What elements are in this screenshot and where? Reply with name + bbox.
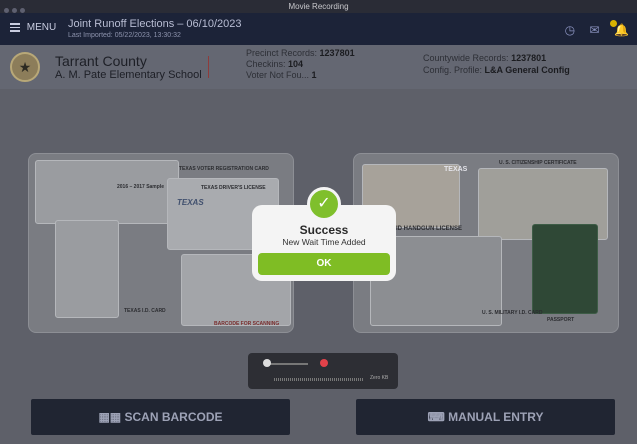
- caption-sample: 2016 – 2017 Sample: [117, 184, 164, 190]
- caption-texas: TEXAS: [177, 198, 204, 207]
- precinct-value: 1237801: [319, 48, 355, 58]
- mail-icon[interactable]: ✉: [590, 23, 600, 37]
- screen-recorder-panel[interactable]: Zero KB: [248, 353, 398, 389]
- manual-entry-label: MANUAL ENTRY: [448, 410, 544, 424]
- scan-barcode-button[interactable]: ▦▦ SCAN BARCODE: [31, 399, 290, 435]
- dialog-message: New Wait Time Added: [282, 237, 366, 247]
- checkins-label: Checkins:: [246, 59, 286, 69]
- election-certificate-image: [55, 220, 119, 318]
- check-icon: ✓: [307, 187, 341, 221]
- window-titlebar: Movie Recording: [0, 0, 637, 13]
- success-dialog: ✓ Success New Wait Time Added OK: [252, 187, 396, 281]
- caption-texas-id: TEXAS I.D. CARD: [124, 308, 166, 314]
- menu-label: MENU: [26, 21, 57, 33]
- dialog-title: Success: [299, 223, 349, 237]
- precinct-info-bar: ★ Tarrant County A. M. Pate Elementary S…: [0, 45, 637, 89]
- election-title: Joint Runoff Elections – 06/10/2023: [68, 18, 242, 30]
- caption-passport: PASSPORT: [547, 317, 575, 323]
- caption-barcode: BARCODE FOR SCANNING: [214, 321, 280, 327]
- bell-icon[interactable]: 🔔: [610, 20, 629, 37]
- voter-registration-card-image: [35, 160, 179, 224]
- volume-knob[interactable]: [263, 359, 271, 367]
- config-value: L&A General Config: [484, 65, 570, 75]
- audio-meter: [274, 378, 364, 381]
- ok-button[interactable]: OK: [258, 253, 390, 275]
- countywide-label: Countywide Records:: [423, 53, 509, 63]
- keyboard-icon: ⌨: [427, 410, 445, 424]
- caption-citizenship: U. S. CITIZENSHIP CERTIFICATE: [499, 160, 577, 166]
- county-name: Tarrant County: [55, 53, 147, 69]
- caption-military: U. S. MILITARY I.D. CARD: [482, 310, 543, 316]
- menu-button[interactable]: MENU: [10, 21, 56, 34]
- checkins-value: 104: [288, 59, 304, 69]
- notfound-label: Voter Not Fou...: [246, 70, 310, 80]
- clock-icon[interactable]: ◷: [565, 23, 575, 37]
- last-imported: Last Imported: 05/22/2023, 13:30:32: [68, 32, 181, 39]
- caption-texas-right: TEXAS: [444, 166, 468, 173]
- precinct-label: Precinct Records:: [246, 48, 318, 58]
- caption-voter-registration: TEXAS VOTER REGISTRATION CARD: [179, 166, 269, 172]
- caption-drivers-license: TEXAS DRIVER'S LICENSE: [201, 185, 266, 191]
- notfound-value: 1: [311, 70, 317, 80]
- config-label: Config. Profile:: [423, 65, 483, 75]
- header-actions: ◷ ✉ 🔔: [555, 20, 629, 39]
- volume-slider[interactable]: [268, 363, 308, 365]
- app-header: MENU Joint Runoff Elections – 06/10/2023…: [0, 13, 637, 45]
- barcode-icon: ▦▦: [98, 410, 122, 424]
- school-name: A. M. Pate Elementary School: [55, 69, 202, 81]
- divider: [208, 56, 209, 78]
- window-title: Movie Recording: [288, 2, 349, 11]
- passport-image: [532, 224, 598, 314]
- recording-size: Zero KB: [370, 375, 389, 381]
- scan-barcode-label: SCAN BARCODE: [124, 410, 223, 424]
- menu-icon: [10, 21, 20, 34]
- countywide-stats: Countywide Records: 1237801 Config. Prof…: [423, 52, 570, 76]
- precinct-stats: Precinct Records: 1237801 Checkins: 104 …: [246, 48, 355, 81]
- countywide-value: 1237801: [511, 53, 547, 63]
- record-button[interactable]: [320, 359, 328, 367]
- county-seal-icon: ★: [10, 52, 40, 82]
- caption-handgun: ID HANDGUN LICENSE: [396, 226, 463, 232]
- manual-entry-button[interactable]: ⌨ MANUAL ENTRY: [356, 399, 615, 435]
